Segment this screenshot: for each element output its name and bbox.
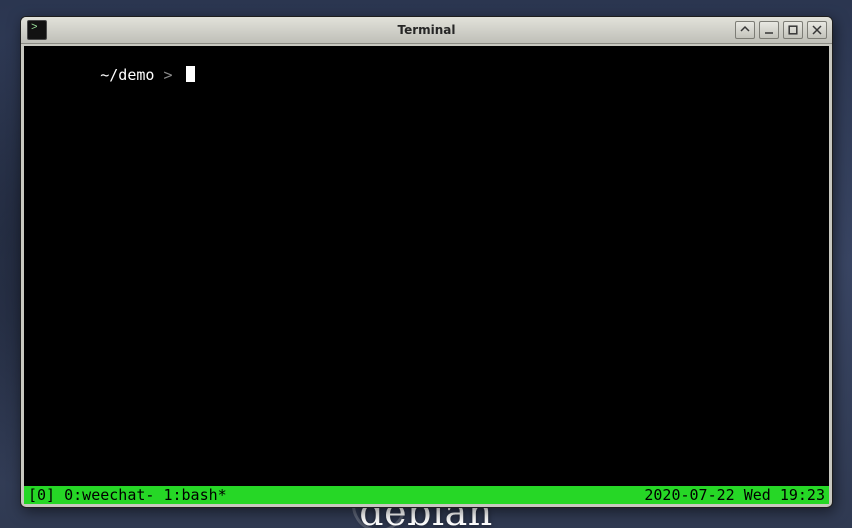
tmux-status-right: 2020-07-22 Wed 19:23: [644, 486, 825, 504]
maximize-button[interactable]: [783, 21, 803, 39]
minimize-button[interactable]: [759, 21, 779, 39]
window-controls: [735, 21, 832, 39]
prompt-path: ~/demo: [100, 66, 163, 84]
terminal-app-icon: [27, 20, 47, 40]
terminal-content: ~/demo >: [28, 48, 825, 102]
tmux-status-left: [0] 0:weechat- 1:bash*: [28, 486, 227, 504]
terminal-viewport[interactable]: ~/demo > [0] 0:weechat- 1:bash* 2020-07-…: [24, 46, 829, 504]
close-icon: [812, 25, 822, 35]
minimize-icon: [764, 25, 774, 35]
tmux-statusbar: [0] 0:weechat- 1:bash* 2020-07-22 Wed 19…: [24, 486, 829, 504]
desktop-background: debian Terminal ~/demo: [0, 0, 852, 528]
shade-button[interactable]: [735, 21, 755, 39]
maximize-icon: [788, 25, 798, 35]
terminal-window: Terminal ~/demo > [0]: [20, 16, 833, 508]
terminal-cursor: [186, 66, 195, 82]
chevron-up-icon: [740, 25, 750, 35]
prompt-symbol: >: [163, 66, 181, 84]
window-title: Terminal: [21, 23, 832, 37]
window-titlebar[interactable]: Terminal: [21, 17, 832, 44]
close-button[interactable]: [807, 21, 827, 39]
